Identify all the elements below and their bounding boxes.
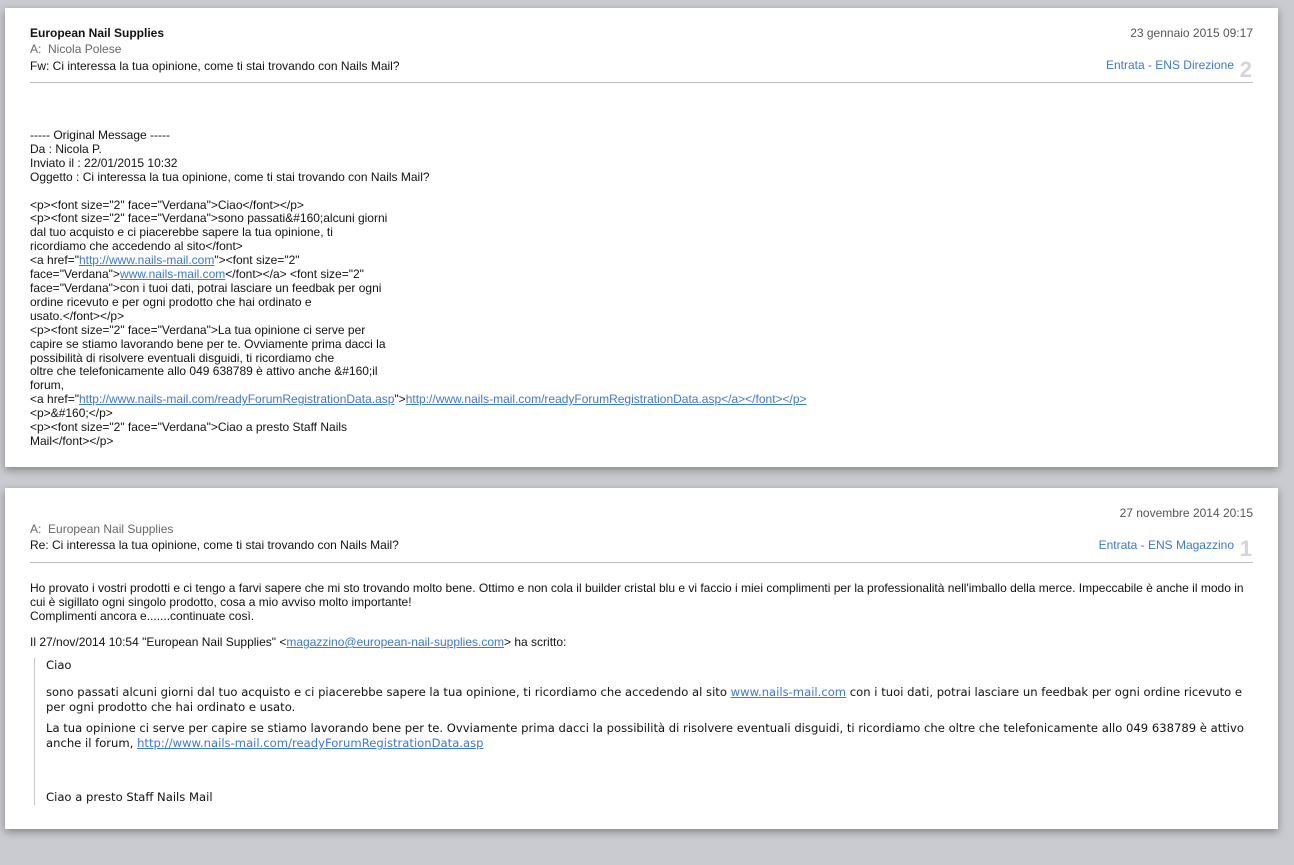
body-line: Inviato il : 22/01/2015 10:32: [30, 155, 178, 170]
recipient-prefix: A:: [30, 522, 42, 536]
body-line: <a href=": [30, 392, 79, 407]
message-body: ----- Original Message ----- Da : Nicola…: [30, 128, 807, 449]
quote-paragraph: La tua opinione ci serve per capire se s…: [46, 721, 1253, 751]
recipient-line: A: Nicola Polese: [30, 42, 121, 56]
body-line: dal tuo acquisto e ci piacerebbe sapere …: [30, 225, 333, 240]
recipient-line: A: European Nail Supplies: [30, 522, 173, 536]
reply-paragraph: Complimenti ancora e.......continuate co…: [30, 609, 255, 623]
body-line: ordine ricevuto e per ogni prodotto che …: [30, 294, 312, 309]
body-line: ">: [394, 392, 406, 407]
quote-paragraph: Ciao: [46, 658, 72, 672]
reply-text: Ho provato i vostri prodotti e ci tengo …: [30, 581, 1253, 623]
message-card-forwarded[interactable]: European Nail Supplies A: Nicola Polese …: [5, 8, 1278, 467]
body-line: <p><font size="2" face="Verdana">La tua …: [30, 322, 366, 337]
email-link[interactable]: magazzino@european-nail-supplies.com: [286, 635, 504, 649]
body-line: <p><font size="2" face="Verdana">Ciao</f…: [30, 197, 304, 212]
body-line: face="Verdana">: [30, 267, 120, 282]
message-subject: Fw: Ci interessa la tua opinione, come t…: [30, 59, 400, 73]
nails-mail-link[interactable]: http://www.nails-mail.com: [79, 253, 214, 267]
reply-header-text: > ha scritto:: [504, 635, 567, 649]
mailbox-link[interactable]: Entrata - ENS Magazzino: [1099, 538, 1234, 552]
forum-link-text[interactable]: http://www.nails-mail.com/readyForumRegi…: [406, 392, 807, 406]
quote-paragraph: sono passati alcuni giorni dal tuo acqui…: [46, 685, 1253, 715]
message-card-reply[interactable]: A: European Nail Supplies Re: Ci interes…: [5, 488, 1278, 829]
forum-link[interactable]: http://www.nails-mail.com/readyForumRegi…: [79, 392, 394, 406]
message-number: 1: [1239, 536, 1252, 561]
quoted-message: Ciao sono passati alcuni giorni dal tuo …: [34, 658, 1253, 805]
recipient-name: European Nail Supplies: [48, 522, 174, 536]
body-line: possibilità di risolvere eventuali disgu…: [30, 350, 335, 365]
body-line: ricordiamo che accedendo al sito</font>: [30, 239, 243, 254]
body-line: oltre che telefonicamente allo 049 63878…: [30, 364, 378, 379]
quote-paragraph: Ciao a presto Staff Nails Mail: [46, 790, 213, 804]
body-line: face="Verdana">con i tuoi dati, potrai l…: [30, 280, 382, 295]
body-line: capire se stiamo lavorando bene per te. …: [30, 336, 386, 351]
message-date: 27 novembre 2014 20:15: [1119, 506, 1253, 520]
recipient-name: Nicola Polese: [48, 42, 122, 56]
message-subject: Re: Ci interessa la tua opinione, come t…: [30, 538, 399, 552]
message-date: 23 gennaio 2015 09:17: [1130, 26, 1253, 40]
body-line: </font></a> <font size="2": [225, 267, 364, 282]
reply-header-text: Il 27/nov/2014 10:54 "European Nail Supp…: [30, 635, 287, 649]
body-line: Mail</font></p>: [30, 433, 114, 448]
forum-link[interactable]: http://www.nails-mail.com/readyForumRegi…: [137, 736, 483, 750]
body-line: ----- Original Message -----: [30, 128, 171, 142]
body-line: <a href=": [30, 253, 79, 268]
nails-mail-link[interactable]: www.nails-mail.com: [731, 685, 846, 699]
nails-mail-link[interactable]: www.nails-mail.com: [120, 267, 225, 281]
mailbox-link[interactable]: Entrata - ENS Direzione: [1106, 58, 1234, 72]
body-line: Da : Nicola P.: [30, 141, 102, 156]
recipient-prefix: A:: [30, 42, 42, 56]
body-line: <p><font size="2" face="Verdana">sono pa…: [30, 211, 388, 226]
header-divider: [30, 562, 1253, 563]
body-line: <p><font size="2" face="Verdana">Ciao a …: [30, 420, 348, 435]
header-divider: [30, 82, 1253, 83]
body-line: usato.</font></p>: [30, 308, 125, 323]
body-line: <p>&#160;</p>: [30, 406, 113, 421]
quote-text: sono passati alcuni giorni dal tuo acqui…: [46, 685, 731, 699]
message-number: 2: [1239, 57, 1252, 82]
body-line: Oggetto : Ci interessa la tua opinione, …: [30, 169, 430, 184]
reply-paragraph: Ho provato i vostri prodotti e ci tengo …: [30, 581, 1244, 609]
sender-name: European Nail Supplies: [30, 26, 165, 40]
body-line: forum,: [30, 378, 65, 393]
reply-header: Il 27/nov/2014 10:54 "European Nail Supp…: [30, 635, 1253, 649]
body-line: "><font size="2": [214, 253, 300, 268]
